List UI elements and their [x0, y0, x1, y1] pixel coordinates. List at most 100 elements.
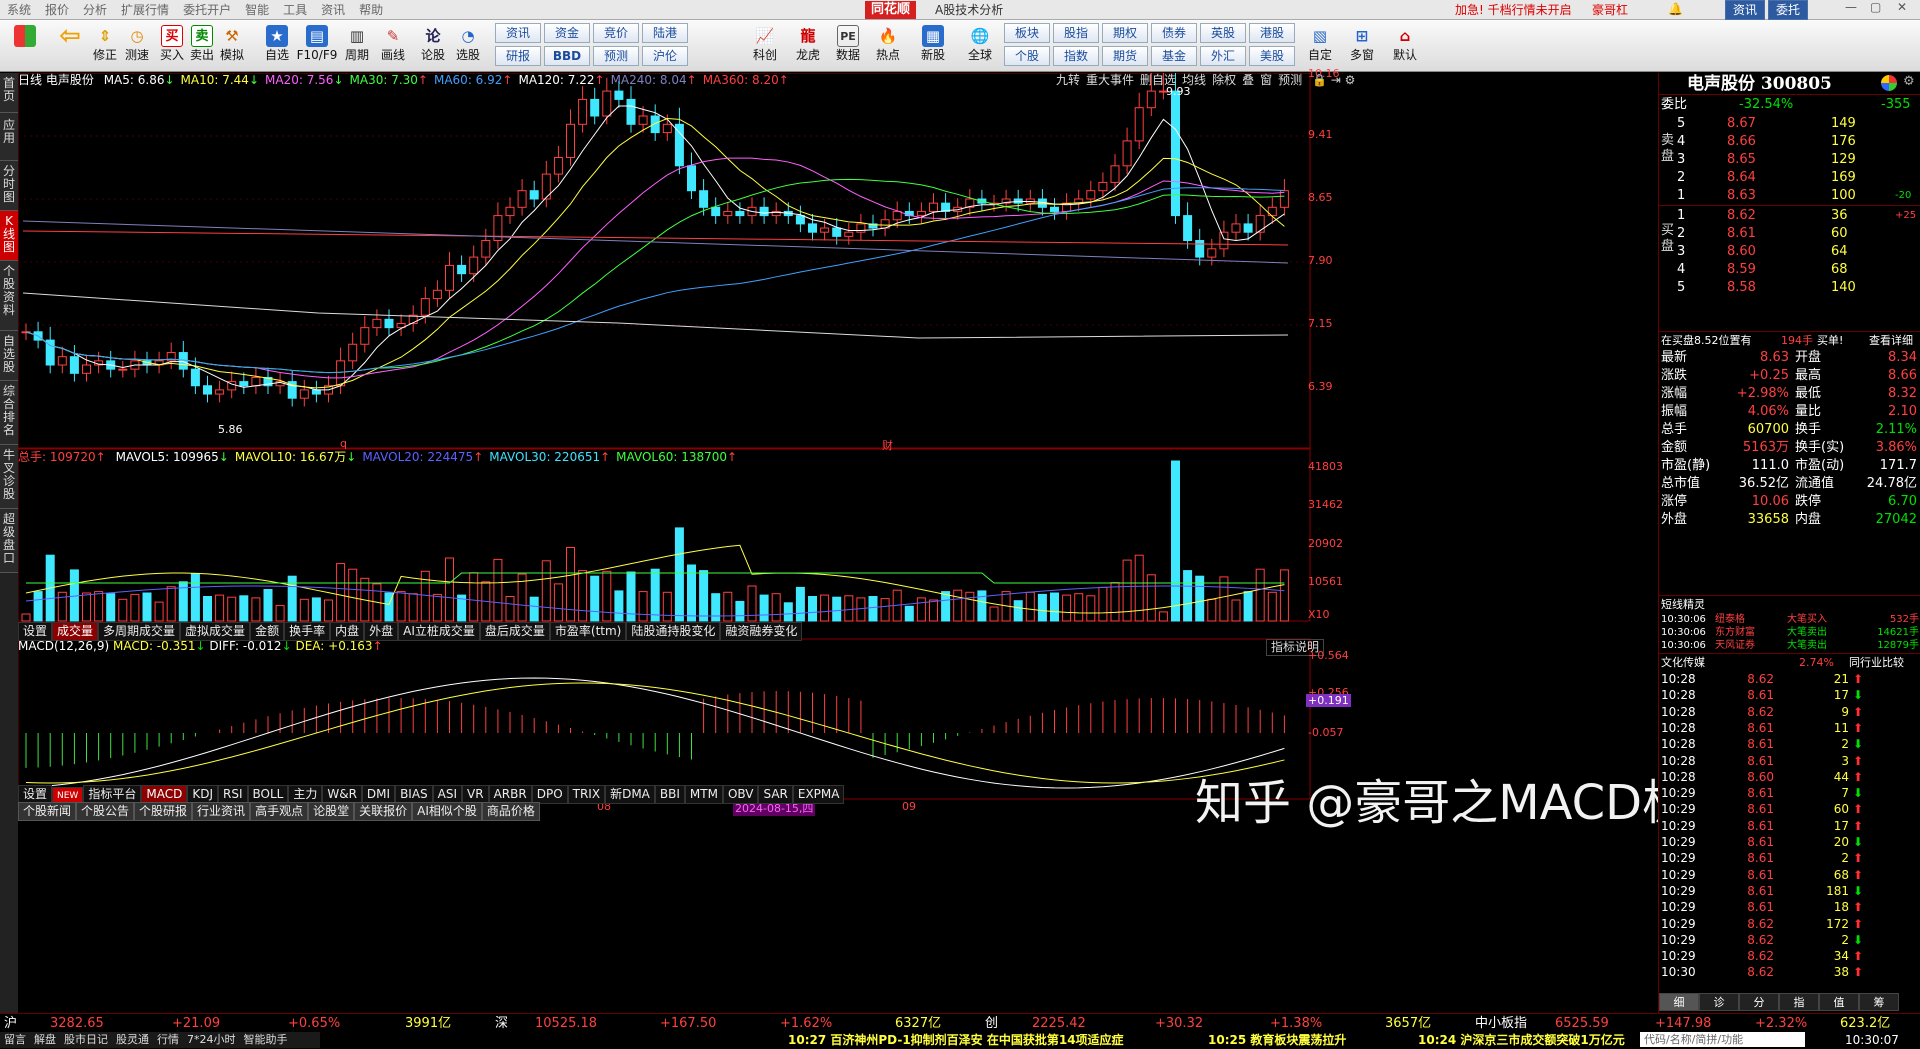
buy-level-row[interactable]: 4 8.59 68 — [1659, 261, 1920, 279]
view-detail-link[interactable]: 查看详细 — [1869, 332, 1913, 350]
tab-watchlist[interactable]: 自选股 — [0, 331, 18, 381]
bottom-item-5[interactable]: 7*24小时 — [183, 1032, 240, 1048]
bbd-grid-button[interactable]: BBD — [544, 46, 590, 66]
menu-help[interactable]: 帮助 — [352, 0, 390, 20]
shanghai-london-grid-button[interactable]: 沪伦 — [642, 46, 688, 66]
bottom-item-0[interactable]: 留言 — [0, 1032, 30, 1048]
dragon-tiger-button[interactable]: 龍龙虎 — [793, 23, 823, 69]
tick-tab-2[interactable]: 分 — [1739, 993, 1779, 1011]
draw-line-button[interactable]: ✎ 画线 — [378, 23, 408, 69]
menu-ext-market[interactable]: 扩展行情 — [114, 0, 176, 20]
hk-stocks-grid-button[interactable]: 港股 — [1249, 23, 1295, 43]
global-button[interactable]: 🌐 全球 — [965, 23, 995, 69]
menu-quote[interactable]: 报价 — [38, 0, 76, 20]
tab-kline[interactable]: K线图 — [0, 211, 18, 261]
news-ticker-2[interactable]: 10:25 教育板块震荡拉升 — [1208, 1032, 1346, 1049]
zx-value[interactable]: 6525.59 — [1555, 1015, 1609, 1032]
tab-home[interactable]: 首页 — [0, 73, 18, 113]
maximize-icon[interactable]: ▢ — [1870, 0, 1881, 14]
ind-tab-21[interactable]: EXPMA — [792, 785, 845, 804]
tab-stock-profile[interactable]: 个股资料 — [0, 261, 18, 331]
tick-tab-3[interactable]: 指 — [1779, 993, 1819, 1011]
news-grid-button[interactable]: 资讯 — [495, 23, 541, 43]
minimize-icon[interactable]: — — [1845, 0, 1857, 14]
us-stocks-grid-button[interactable]: 美股 — [1249, 46, 1295, 66]
ind-tab-17[interactable]: BBI — [654, 785, 685, 804]
ind-tab-20[interactable]: SAR — [758, 785, 793, 804]
menu-trade-account[interactable]: 委托开户 — [176, 0, 238, 20]
vol-tab-9[interactable]: 盘后成交量 — [479, 622, 550, 641]
tick-tab-0[interactable]: 细 — [1659, 993, 1699, 1011]
close-icon[interactable]: ✕ — [1897, 0, 1907, 14]
forex-grid-button[interactable]: 外汇 — [1200, 46, 1246, 66]
speedtest-button[interactable]: ◷ 测速 — [122, 23, 152, 69]
futures-grid-button[interactable]: 期货 — [1102, 46, 1148, 66]
bottom-item-4[interactable]: 行情 — [153, 1032, 183, 1048]
bonds-grid-button[interactable]: 债券 — [1151, 23, 1197, 43]
user-name[interactable]: 豪哥杠 — [1592, 0, 1628, 20]
stock-picker-button[interactable]: ◔ 选股 — [453, 23, 483, 69]
news-tab-4[interactable]: 高手观点 — [250, 802, 309, 821]
sh-value[interactable]: 3282.65 — [50, 1015, 104, 1032]
news-ticker-1[interactable]: 10:27 百济神州PD-1抑制剂百泽安 在中国获批第14项适应症 — [788, 1032, 1124, 1049]
stock-index-grid-button[interactable]: 股指 — [1053, 23, 1099, 43]
layout-icon-button[interactable] — [10, 23, 40, 69]
menu-news[interactable]: 资讯 — [314, 0, 352, 20]
period-button[interactable]: ▥ 周期 — [342, 23, 372, 69]
options-grid-button[interactable]: 期权 — [1102, 23, 1148, 43]
watchlist-button[interactable]: ★ 自选 — [262, 23, 292, 69]
code-search-input[interactable]: 代码/名称/简拼/功能 — [1640, 1032, 1805, 1047]
star-market-button[interactable]: 📈 科创 — [750, 23, 780, 69]
capital-grid-button[interactable]: 资金 — [544, 23, 590, 43]
f10-button[interactable]: ▤ F10/F9 — [297, 23, 337, 69]
data-button[interactable]: PE 数据 — [833, 23, 863, 69]
multi-window-button[interactable]: ⊞ 多窗 — [1347, 23, 1377, 69]
sz-value[interactable]: 10525.18 — [535, 1015, 597, 1032]
news-ticker-3[interactable]: 10:24 沪深京三市成交额突破1万亿元 — [1418, 1032, 1625, 1049]
gear-icon[interactable]: ⚙ — [1903, 73, 1915, 91]
discuss-button[interactable]: 论论股 — [418, 23, 448, 69]
news-tab-3[interactable]: 行业资讯 — [192, 802, 251, 821]
bottom-item-3[interactable]: 股灵通 — [112, 1032, 153, 1048]
vol-tab-11[interactable]: 陆股通持股变化 — [626, 622, 721, 641]
tick-tab-4[interactable]: 值 — [1819, 993, 1859, 1011]
menu-tools[interactable]: 工具 — [276, 0, 314, 20]
vol-tab-10[interactable]: 市盈率(ttm) — [549, 622, 627, 641]
simulate-button[interactable]: ⚒ 模拟 — [217, 23, 247, 69]
index-grid-button[interactable]: 指数 — [1053, 46, 1099, 66]
cy-value[interactable]: 2225.42 — [1032, 1015, 1086, 1032]
industry-compare-link[interactable]: 同行业比较 — [1849, 654, 1904, 672]
sell-level-row[interactable]: 5 8.67 149 — [1659, 115, 1920, 133]
event-row[interactable]: 10:30:06 东方财富 大笔卖出 14621手 — [1659, 626, 1920, 639]
sell-level-row[interactable]: 2 8.64 169 — [1659, 169, 1920, 187]
buy-level-row[interactable]: 3 8.60 64 — [1659, 243, 1920, 261]
bell-icon[interactable]: 🔔 — [1668, 2, 1683, 16]
forecast-grid-button[interactable]: 预测 — [593, 46, 639, 66]
news-tab-6[interactable]: 关联报价 — [354, 802, 413, 821]
custom-button[interactable]: ▧ 自定 — [1305, 23, 1335, 69]
tab-apps[interactable]: 应用 — [0, 113, 18, 161]
hotspot-button[interactable]: 🔥 热点 — [873, 23, 903, 69]
tick-tab-1[interactable]: 诊 — [1699, 993, 1739, 1011]
bottom-item-6[interactable]: 智能助手 — [240, 1032, 292, 1048]
ind-tab-16[interactable]: 新DMA — [605, 785, 655, 804]
vol-tab-8[interactable]: AI立桩成交量 — [398, 622, 480, 641]
sell-level-row[interactable]: 4 8.66 176 — [1659, 133, 1920, 151]
ind-tab-15[interactable]: TRIX — [567, 785, 606, 804]
ipo-button[interactable]: ▦ 新股 — [918, 23, 948, 69]
hk-connect-grid-button[interactable]: 陆港 — [642, 23, 688, 43]
vol-tab-12[interactable]: 融资融券变化 — [720, 622, 803, 641]
alert-text[interactable]: 加急! 千档行情未开启 — [1455, 0, 1572, 20]
trade-button[interactable]: 委托 — [1768, 0, 1809, 20]
tab-timeshare[interactable]: 分时图 — [0, 161, 18, 211]
ind-tab-19[interactable]: OBV — [722, 785, 759, 804]
auction-grid-button[interactable]: 竞价 — [593, 23, 639, 43]
research-grid-button[interactable]: 研报 — [495, 46, 541, 66]
tab-super-book[interactable]: 超级盘口 — [0, 509, 18, 573]
sell-level-row[interactable]: 1 8.63 100 -20 — [1659, 187, 1920, 205]
event-row[interactable]: 10:30:06 天风证券 大笔卖出 12879手 — [1659, 639, 1920, 652]
event-row[interactable]: 10:30:06 纽泰格 大笔买入 532手 — [1659, 613, 1920, 626]
bottom-item-2[interactable]: 股市日记 — [60, 1032, 112, 1048]
news-tab-1[interactable]: 个股公告 — [76, 802, 135, 821]
news-tab-8[interactable]: 商品价格 — [481, 802, 540, 821]
